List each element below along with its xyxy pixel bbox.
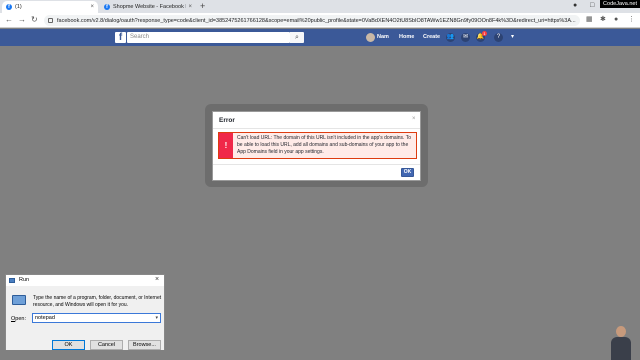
browser-tab-bar: f (1) × f Shopme Website - Facebook Log … bbox=[0, 0, 640, 13]
forward-icon[interactable]: → bbox=[18, 16, 26, 24]
user-name-link[interactable]: Nam bbox=[377, 32, 389, 43]
tab-title: (1) bbox=[15, 4, 22, 10]
address-bar[interactable]: facebook.com/v2.8/dialog/oauth?response_… bbox=[44, 15, 580, 26]
error-message-box: ! Can't load URL: The domain of this URL… bbox=[218, 132, 417, 159]
chevron-down-icon[interactable]: ▾ bbox=[508, 33, 517, 42]
facebook-icon: f bbox=[6, 4, 12, 10]
cancel-button[interactable]: Cancel bbox=[90, 340, 123, 350]
extensions-icon[interactable]: ✱ bbox=[600, 16, 606, 24]
new-tab-button[interactable]: + bbox=[200, 2, 205, 11]
ok-button[interactable]: OK bbox=[401, 168, 414, 177]
reload-icon[interactable]: ↻ bbox=[31, 16, 38, 24]
url-text[interactable]: facebook.com/v2.8/dialog/oauth?response_… bbox=[57, 18, 580, 24]
back-icon[interactable]: ← bbox=[5, 16, 13, 24]
facebook-search-input[interactable]: Search bbox=[127, 32, 290, 43]
run-program-icon bbox=[12, 295, 26, 305]
open-input[interactable]: notepad ▾ bbox=[32, 313, 161, 323]
browser-toolbar: ← → ↻ facebook.com/v2.8/dialog/oauth?res… bbox=[0, 13, 640, 28]
qr-code-icon[interactable]: ▦ bbox=[586, 16, 593, 24]
error-dialog: Error × ! Can't load URL: The domain of … bbox=[212, 111, 421, 181]
tab-title: Shopme Website - Facebook Log bbox=[113, 4, 187, 10]
facebook-logo-icon[interactable]: f bbox=[115, 32, 126, 43]
close-icon[interactable]: × bbox=[412, 116, 416, 122]
watermark: CodeJava.net bbox=[600, 0, 640, 8]
search-icon[interactable]: ⌕ bbox=[290, 32, 304, 43]
dialog-title: Error bbox=[219, 117, 235, 124]
presenter-head bbox=[616, 326, 626, 337]
warning-icon: ! bbox=[219, 133, 233, 158]
facebook-header: f Search ⌕ Nam Home Create 👥 ✉ 🔔 1 ? ▾ bbox=[0, 29, 640, 46]
presenter-body bbox=[611, 337, 631, 360]
divider bbox=[213, 128, 420, 129]
close-icon[interactable]: × bbox=[155, 276, 159, 283]
create-link[interactable]: Create bbox=[423, 32, 440, 43]
menu-icon[interactable]: ⋮ bbox=[628, 16, 635, 24]
dropdown-arrow-icon[interactable]: ▾ bbox=[155, 314, 158, 322]
run-dialog: Run × Type the name of a program, folder… bbox=[5, 274, 165, 350]
notification-badge: 1 bbox=[482, 31, 487, 36]
maximize-icon[interactable]: □ bbox=[590, 2, 594, 9]
friend-requests-icon[interactable]: 👥 bbox=[446, 33, 455, 42]
run-titlebar[interactable]: Run × bbox=[6, 275, 164, 286]
divider bbox=[213, 164, 420, 165]
tab-facebook[interactable]: f (1) × bbox=[2, 1, 98, 13]
home-link[interactable]: Home bbox=[399, 32, 414, 43]
run-app-icon bbox=[9, 278, 15, 283]
run-description: Type the name of a program, folder, docu… bbox=[33, 295, 162, 308]
open-input-value: notepad bbox=[35, 315, 55, 321]
messenger-icon[interactable]: ✉ bbox=[461, 33, 470, 42]
browse-button[interactable]: Browse... bbox=[128, 340, 161, 350]
help-icon[interactable]: ? bbox=[494, 33, 503, 42]
close-tab-icon[interactable]: × bbox=[188, 4, 192, 10]
close-tab-icon[interactable]: × bbox=[90, 4, 94, 10]
lock-icon bbox=[48, 18, 53, 23]
avatar[interactable] bbox=[366, 33, 375, 42]
error-message: Can't load URL: The domain of this URL i… bbox=[237, 135, 411, 155]
open-label: Open: bbox=[11, 316, 26, 322]
tab-shopme-facebook-login[interactable]: f Shopme Website - Facebook Log × bbox=[100, 1, 196, 13]
profile-icon[interactable]: ● bbox=[614, 16, 618, 24]
webcam-overlay bbox=[606, 322, 638, 360]
run-title: Run bbox=[19, 277, 30, 283]
minimize-icon[interactable]: ● bbox=[573, 2, 577, 9]
ok-button[interactable]: OK bbox=[52, 340, 85, 350]
facebook-icon: f bbox=[104, 4, 110, 10]
